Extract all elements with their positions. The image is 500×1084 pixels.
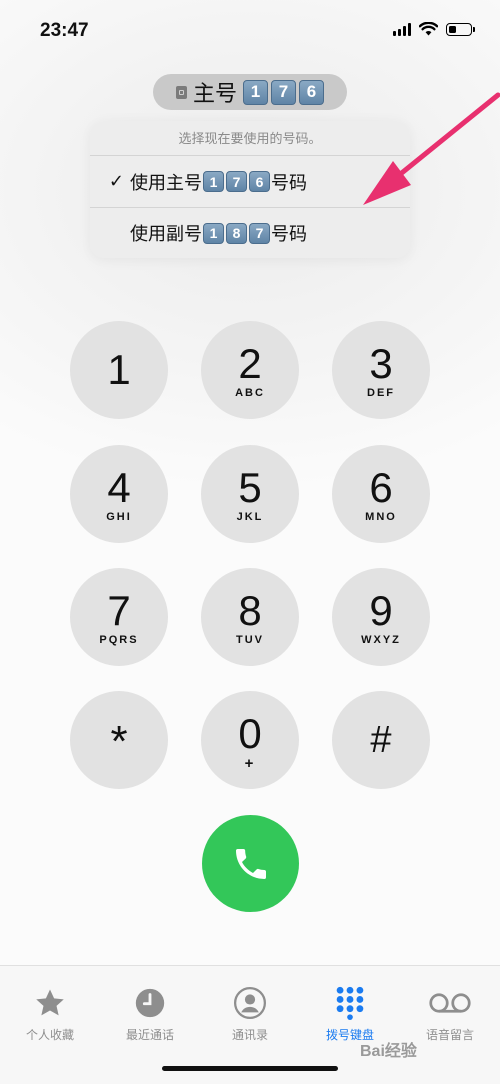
line-selector-label: 主号 — [192, 82, 237, 107]
line-selector-button[interactable]: 主号 1 7 6 — [153, 74, 347, 110]
key-digit: 0 — [238, 710, 262, 757]
key-digit: 3 — [369, 340, 393, 387]
tab-voicemail[interactable]: 语音留言 — [400, 986, 500, 1043]
person-icon — [233, 986, 267, 1020]
tab-label: 个人收藏 — [25, 1028, 74, 1042]
key-letters: + — [244, 755, 256, 772]
digit-box: 1 — [243, 79, 268, 105]
key-digit: 4 — [107, 464, 131, 511]
keypad-key-hash[interactable]: # — [332, 691, 430, 789]
menu-item-prefix: 使用主号 — [130, 172, 202, 194]
phone-icon — [235, 848, 266, 879]
key-digit: * — [110, 717, 128, 766]
star-icon — [36, 989, 64, 1016]
key-letters: PQRS — [99, 634, 139, 646]
keypad-key-3[interactable]: 3 DEF — [332, 321, 430, 419]
watermark: Bai经验 — [360, 1043, 417, 1060]
key-digit: # — [370, 719, 392, 761]
key-letters: ABC — [235, 387, 265, 399]
status-bar: 23:47 — [0, 0, 500, 60]
keypad-key-8[interactable]: 8 TUV — [201, 568, 299, 666]
keypad-key-0[interactable]: 0 + — [201, 691, 299, 789]
tab-favorites[interactable]: 个人收藏 — [0, 986, 100, 1043]
digit-box: 7 — [271, 79, 296, 105]
key-digit: 1 — [107, 346, 131, 393]
key-digit: 6 — [369, 464, 393, 511]
annotation-arrow-icon — [363, 92, 500, 205]
battery-icon — [446, 22, 475, 36]
line-selector-number: 1 7 6 — [243, 79, 324, 105]
status-icons — [393, 22, 475, 36]
home-indicator — [162, 1066, 338, 1071]
clock-icon — [135, 988, 165, 1018]
key-digit: 2 — [238, 340, 262, 387]
key-letters: MNO — [365, 511, 397, 523]
tab-label: 最近通话 — [125, 1028, 174, 1042]
digit-box: 1 — [203, 171, 224, 192]
tab-contacts[interactable]: 通讯录 — [200, 986, 300, 1043]
digit-box: 6 — [299, 79, 324, 105]
key-digit: 9 — [369, 587, 393, 634]
digit-box: 1 — [203, 222, 224, 244]
menu-item-suffix: 号码 — [271, 172, 307, 194]
key-letters: JKL — [236, 511, 264, 523]
key-letters: DEF — [367, 387, 395, 399]
keypad-key-star[interactable]: * — [70, 691, 168, 789]
tab-recents[interactable]: 最近通话 — [100, 986, 200, 1043]
keypad-key-4[interactable]: 4 GHI — [70, 445, 168, 543]
voicemail-icon — [429, 993, 471, 1013]
keypad-key-6[interactable]: 6 MNO — [332, 445, 430, 543]
menu-item-prefix: 使用副号 — [130, 224, 202, 245]
keypad-icon — [336, 986, 364, 1020]
keypad-key-7[interactable]: 7 PQRS — [70, 568, 168, 666]
digit-box: 8 — [226, 222, 247, 244]
key-digit: 8 — [238, 587, 262, 634]
keypad-key-2[interactable]: 2 ABC — [201, 321, 299, 419]
key-letters: TUV — [236, 634, 264, 646]
wifi-icon — [419, 22, 438, 36]
status-time: 23:47 — [40, 20, 89, 41]
digit-box: 7 — [226, 171, 247, 192]
keypad-key-1[interactable]: 1 — [70, 321, 168, 419]
tab-keypad[interactable]: 拨号键盘 — [300, 986, 400, 1043]
key-digit: 7 — [107, 587, 131, 634]
digit-box: 7 — [249, 222, 270, 244]
keypad-key-9[interactable]: 9 WXYZ — [332, 568, 430, 666]
call-button[interactable] — [202, 815, 299, 912]
keypad-key-5[interactable]: 5 JKL — [201, 445, 299, 543]
key-digit: 5 — [238, 464, 262, 511]
checkmark-icon: ✓ — [108, 171, 124, 192]
menu-item-suffix: 号码 — [271, 224, 307, 245]
tab-label: 通讯录 — [231, 1028, 268, 1042]
digit-box: 6 — [249, 171, 270, 192]
key-letters: GHI — [106, 511, 132, 523]
sim-card-icon — [175, 85, 187, 99]
cellular-signal-icon — [393, 22, 411, 36]
key-letters: WXYZ — [361, 634, 401, 646]
